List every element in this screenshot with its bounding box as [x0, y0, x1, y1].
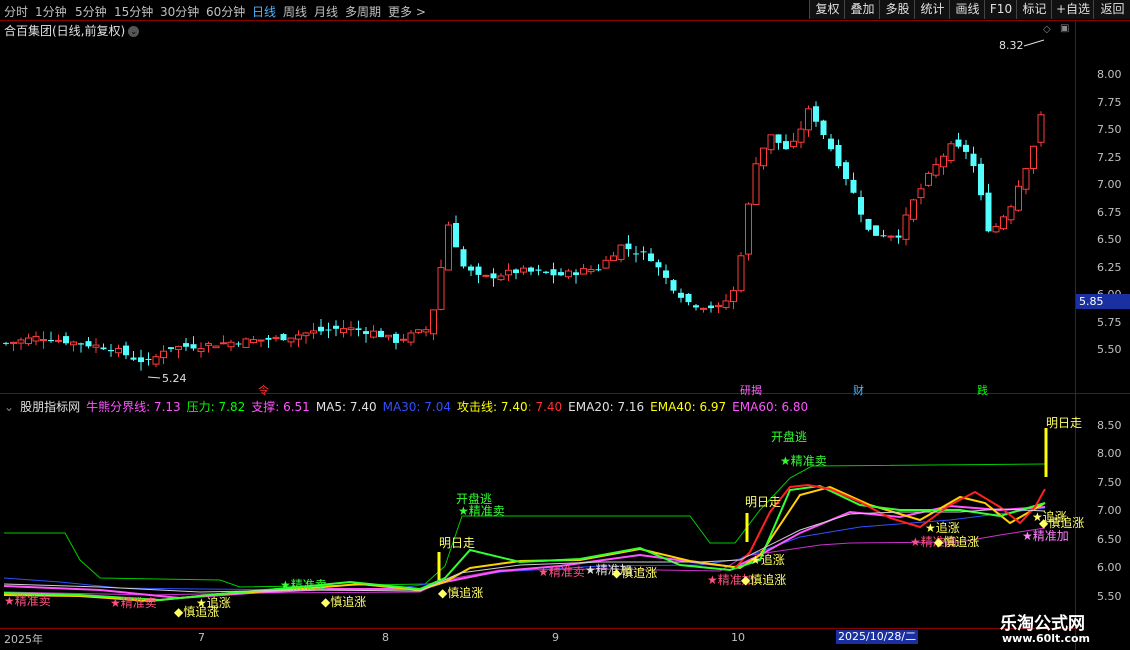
x-axis-label: 2025年	[4, 633, 43, 646]
y-tick-label: 8.00	[1097, 68, 1122, 81]
y-tick-label: 7.50	[1097, 123, 1122, 136]
ma30-line	[3, 507, 1046, 591]
x-axis-label: 10	[731, 631, 745, 644]
indicator-chart[interactable]	[0, 0, 1075, 650]
signal-careful-chase: ◆慎追涨	[1039, 516, 1085, 530]
cursor-date-tag: 2025/10/28/二	[836, 630, 918, 644]
y-tick-label: 6.75	[1097, 206, 1122, 219]
y-tick-label: 7.75	[1097, 96, 1122, 109]
signal-careful-chase: ◆慎追涨	[321, 595, 367, 609]
x-axis-label: 9	[552, 631, 559, 644]
signal-careful-chase: ◆慎追涨	[741, 573, 787, 587]
ema40-line	[3, 485, 1046, 603]
signal-precise-sell: ★精准卖	[280, 578, 327, 592]
watermark-title: 乐淘公式网	[1000, 614, 1085, 634]
y-tick-label: 6.50	[1097, 233, 1122, 246]
y-tick-label: 5.75	[1097, 316, 1122, 329]
signal-careful-chase: ◆慎追涨	[612, 566, 658, 580]
y-tick-label: 5.50	[1097, 343, 1122, 356]
ema20-line	[3, 508, 1046, 593]
ema60-line	[3, 504, 1046, 600]
signal-precise-sell: ★精准卖	[780, 454, 827, 468]
signal-tomorrow-go: 明日走	[1046, 416, 1083, 430]
y-tick-label: 7.00	[1097, 178, 1122, 191]
y-tick-label: 7.50	[1097, 476, 1122, 489]
signal-open-escape: 开盘逃	[771, 430, 808, 444]
x-axis-label: 8	[382, 631, 389, 644]
signal-tomorrow-go: 明日走	[745, 495, 782, 509]
y-tick-label: 7.00	[1097, 504, 1122, 517]
current-price-tag: 5.85	[1076, 294, 1130, 309]
y-tick-label: 8.50	[1097, 419, 1122, 432]
watermark-url: www.60lt.com	[1002, 632, 1091, 645]
y-tick-label: 5.50	[1097, 590, 1122, 603]
y-tick-label: 6.25	[1097, 261, 1122, 274]
signal-chase-up: ★追涨	[750, 553, 785, 567]
y-tick-label: 6.50	[1097, 533, 1122, 546]
x-axis-label: 7	[198, 631, 205, 644]
signal-precise-sell: ★精准卖	[538, 565, 585, 579]
signal-careful-chase: ◆慎追涨	[438, 586, 484, 600]
signal-careful-chase: ◆慎追涨	[174, 605, 220, 619]
signal-precise-sell: ★精准卖	[458, 504, 505, 518]
signal-precise-sell: ★精准卖	[110, 596, 157, 610]
y-tick-label: 8.00	[1097, 447, 1122, 460]
signal-tomorrow-go: 明日走	[439, 536, 476, 550]
y-tick-label: 7.25	[1097, 151, 1122, 164]
back-button[interactable]: 返回	[1093, 0, 1130, 19]
signal-precise-sell: ★精准卖	[4, 594, 51, 608]
signal-careful-chase: ◆慎追涨	[934, 535, 980, 549]
y-tick-label: 6.00	[1097, 561, 1122, 574]
y-axis-divider	[1075, 20, 1076, 650]
